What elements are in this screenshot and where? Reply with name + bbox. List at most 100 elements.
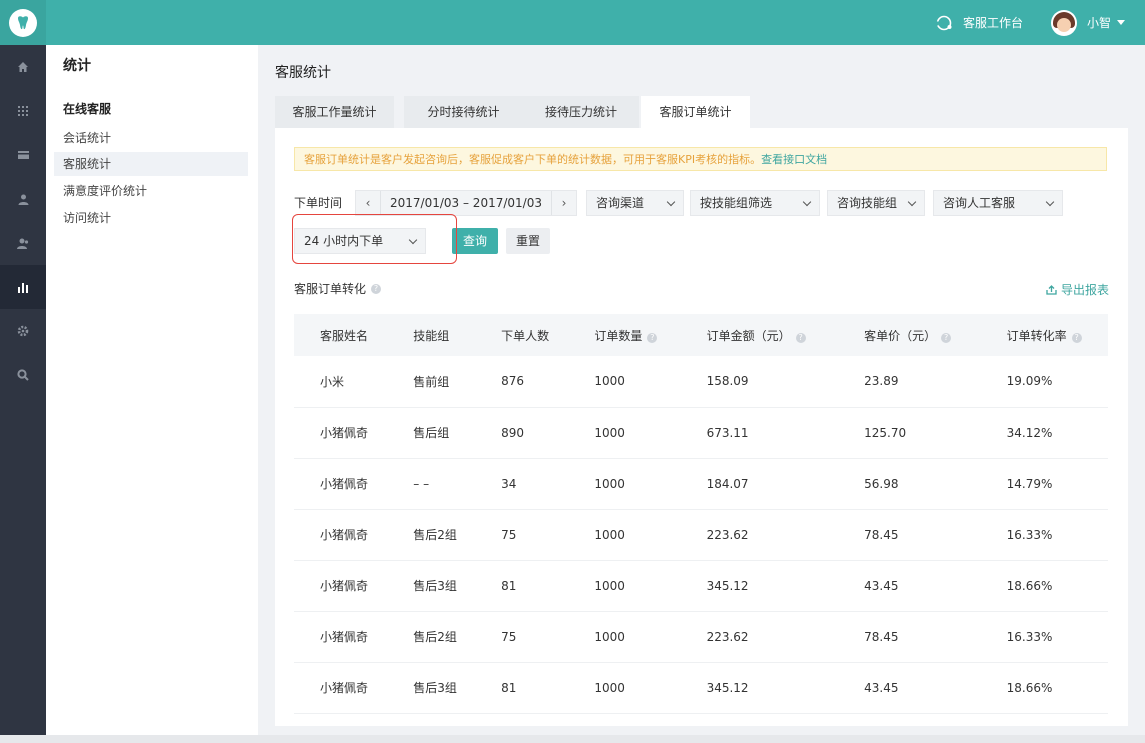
section-title-text: 客服订单转化 <box>294 282 367 296</box>
bottom-strip <box>0 735 1145 743</box>
page-title: 客服统计 <box>275 65 331 81</box>
top-bar: 客服工作台 小智 <box>0 0 1145 45</box>
cell-conversion-rate: 16.33% <box>980 611 1108 663</box>
cell-buyers: 75 <box>475 509 569 561</box>
column-header-order-count[interactable]: 订单数量? <box>568 314 681 356</box>
skill-group-select[interactable]: 咨询技能组 <box>827 190 925 216</box>
cell-avg-order-value: 78.45 <box>838 611 981 663</box>
column-header-order-amount[interactable]: 订单金额（元）? <box>680 314 839 356</box>
cell-avg-order-value: 125.70 <box>838 407 981 459</box>
avatar <box>1050 9 1077 36</box>
cell-conversion-rate: 14.79% <box>980 458 1108 510</box>
nav-apps[interactable] <box>0 89 46 133</box>
agent-select[interactable]: 咨询人工客服 <box>933 190 1063 216</box>
cell-order-amount: 223.62 <box>680 611 839 663</box>
table-row: 小猪佩奇 售后组 890 1000 673.11 125.70 34.12% <box>294 407 1108 459</box>
chevron-right-icon: › <box>561 196 567 210</box>
cell-skill-group: 售后3组 <box>387 662 476 714</box>
sidebar-item-satisfaction-stats[interactable]: 满意度评价统计 <box>54 179 248 203</box>
table-row: 小猪佩奇 售后3组 81 1000 345.12 43.45 18.66% <box>294 560 1108 612</box>
cell-order-amount: 158.09 <box>680 356 839 408</box>
chevron-down-icon <box>1045 197 1055 207</box>
cell-skill-group: – – <box>387 458 476 510</box>
cell-agent-name: 小猪佩奇 <box>294 662 388 714</box>
nav-stats[interactable] <box>0 265 46 309</box>
column-header-agent-name[interactable]: 客服姓名 <box>294 314 388 356</box>
help-icon[interactable]: ? <box>1071 332 1082 343</box>
icon-nav <box>0 45 46 743</box>
cell-agent-name: 小猪佩奇 <box>294 560 388 612</box>
order-stats-panel: 客服订单统计是客户发起咨询后，客服促成客户下单的统计数据，可用于客服KPI考核的… <box>275 128 1128 726</box>
stats-sidebar: 统计 在线客服 会话统计 客服统计 满意度评价统计 访问统计 <box>46 45 258 735</box>
column-header-buyers[interactable]: 下单人数 <box>475 314 569 356</box>
table-row: 小猪佩奇 售后2组 75 1000 223.62 78.45 16.33% <box>294 509 1108 561</box>
nav-cards[interactable] <box>0 133 46 177</box>
nav-search[interactable] <box>0 353 46 397</box>
notice-text: 客服订单统计是客户发起咨询后，客服促成客户下单的统计数据，可用于客服KPI考核的… <box>304 153 762 166</box>
stats-icon <box>18 282 28 293</box>
filter-row: 下单时间 ‹ 2017/01/03 – 2017/01/03 › 咨询渠道 按技… <box>294 190 1114 216</box>
export-icon <box>1046 284 1057 295</box>
chevron-down-icon <box>802 197 812 207</box>
tab-pressure[interactable]: 接待压力统计 <box>523 96 639 128</box>
help-icon[interactable]: ? <box>371 283 382 294</box>
help-icon[interactable]: ? <box>647 332 658 343</box>
chevron-left-icon: ‹ <box>365 196 371 210</box>
next-date-button[interactable]: › <box>552 191 576 215</box>
chevron-down-icon <box>666 197 676 207</box>
cell-buyers: 81 <box>475 662 569 714</box>
user-name: 小智 <box>1086 16 1111 30</box>
cell-order-count: 1000 <box>568 611 681 663</box>
cell-agent-name: 小猪佩奇 <box>294 509 388 561</box>
app-logo[interactable] <box>0 0 46 45</box>
section-title: 客服订单转化 ? <box>294 280 382 297</box>
search-icon <box>17 369 29 381</box>
cell-agent-name: 小猪佩奇 <box>294 611 388 663</box>
main-content: 客服统计 客服工作量统计 分时接待统计 接待压力统计 客服订单统计 客服订单统计… <box>258 45 1145 743</box>
user-menu[interactable]: 小智 <box>1050 9 1125 36</box>
date-range-value[interactable]: 2017/01/03 – 2017/01/03 <box>380 191 552 215</box>
sidebar-group-online-service: 在线客服 <box>63 102 112 116</box>
column-header-skill-group[interactable]: 技能组 <box>387 314 476 356</box>
nav-home[interactable] <box>0 45 46 89</box>
export-report-button[interactable]: 导出报表 <box>1046 281 1109 298</box>
nav-team[interactable] <box>0 221 46 265</box>
cell-avg-order-value: 43.45 <box>838 560 981 612</box>
nav-settings[interactable] <box>0 309 46 353</box>
column-header-conversion-rate[interactable]: 订单转化率? <box>980 314 1108 356</box>
order-time-label: 下单时间 <box>294 196 343 210</box>
skill-filter-select[interactable]: 按技能组筛选 <box>690 190 820 216</box>
channel-select[interactable]: 咨询渠道 <box>586 190 684 216</box>
sidebar-title: 统计 <box>63 58 91 74</box>
tab-hourly[interactable]: 分时接待统计 <box>404 96 523 128</box>
cell-order-count: 1000 <box>568 662 681 714</box>
cell-conversion-rate: 19.09% <box>980 356 1108 408</box>
cell-buyers: 876 <box>475 356 569 408</box>
nav-person[interactable] <box>0 177 46 221</box>
query-button[interactable]: 查询 <box>452 228 498 254</box>
sidebar-item-agent-stats[interactable]: 客服统计 <box>54 152 248 176</box>
sidebar-item-visit-stats[interactable]: 访问统计 <box>54 206 248 230</box>
cell-buyers: 75 <box>475 611 569 663</box>
prev-date-button[interactable]: ‹ <box>356 191 380 215</box>
api-doc-link[interactable]: 查看接口文档 <box>761 153 827 166</box>
workspace-link[interactable]: 客服工作台 <box>935 14 1023 32</box>
cell-order-amount: 184.07 <box>680 458 839 510</box>
column-header-avg-order-value[interactable]: 客单价（元）? <box>838 314 981 356</box>
tab-order-stats[interactable]: 客服订单统计 <box>641 96 750 128</box>
help-icon[interactable]: ? <box>941 332 952 343</box>
card-icon <box>17 151 29 159</box>
cell-order-count: 1000 <box>568 560 681 612</box>
date-range-picker[interactable]: ‹ 2017/01/03 – 2017/01/03 › <box>355 190 577 216</box>
help-icon[interactable]: ? <box>795 332 806 343</box>
reset-button[interactable]: 重置 <box>506 228 550 254</box>
cell-order-count: 1000 <box>568 407 681 459</box>
cell-buyers: 890 <box>475 407 569 459</box>
cell-buyers: 34 <box>475 458 569 510</box>
channel-select-value: 咨询渠道 <box>596 196 645 210</box>
sidebar-item-session-stats[interactable]: 会话统计 <box>54 126 248 150</box>
tab-workload[interactable]: 客服工作量统计 <box>275 96 394 128</box>
cell-avg-order-value: 78.45 <box>838 509 981 561</box>
cell-conversion-rate: 18.66% <box>980 560 1108 612</box>
grid-icon <box>18 106 28 116</box>
